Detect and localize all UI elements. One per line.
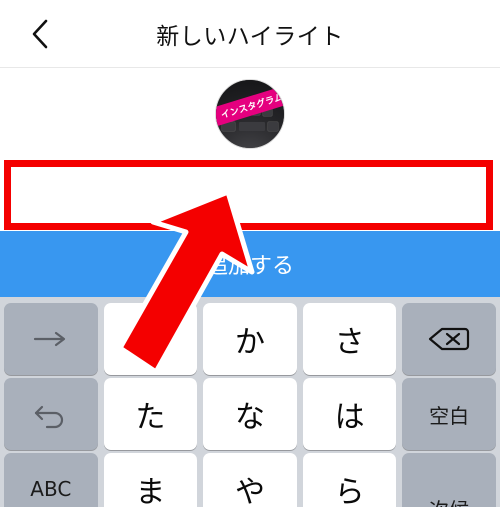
- key-ta[interactable]: た: [103, 378, 198, 450]
- key-a[interactable]: あ: [103, 303, 198, 375]
- software-keyboard: あ か さ た な は 空白 ABC ま や ら: [0, 297, 500, 507]
- key-ha[interactable]: は: [302, 378, 397, 450]
- keyboard-row-2: た な は 空白: [0, 378, 500, 450]
- highlight-cover-thumbnail[interactable]: インスタグラム: [215, 79, 285, 149]
- cover-photo-section: インスタグラム: [0, 68, 500, 160]
- key-return[interactable]: 次候: [402, 453, 496, 507]
- keyboard-row-1: あ か さ: [0, 303, 500, 375]
- key-ka[interactable]: か: [203, 303, 297, 375]
- key-next-candidate[interactable]: [4, 303, 98, 375]
- key-space[interactable]: 空白: [402, 378, 496, 450]
- page-title: 新しいハイライト: [156, 23, 344, 50]
- key-undo[interactable]: [4, 378, 98, 450]
- navigation-bar: 新しいハイライト: [0, 0, 500, 68]
- add-button-label: 追加する: [205, 254, 294, 279]
- annotation-highlight-box: [4, 160, 493, 230]
- key-ma[interactable]: ま: [103, 453, 198, 507]
- key-ya[interactable]: や: [203, 453, 297, 507]
- backspace-icon: [427, 325, 471, 353]
- key-ra[interactable]: ら: [302, 453, 397, 507]
- key-sa[interactable]: さ: [302, 303, 397, 375]
- key-backspace[interactable]: [402, 303, 496, 375]
- add-button[interactable]: 追加する: [0, 231, 500, 297]
- screen-new-highlight: 新しいハイライト インスタグラム ハイライト 追加する: [0, 0, 500, 507]
- undo-icon: [31, 399, 71, 429]
- key-na[interactable]: な: [203, 378, 297, 450]
- key-abc[interactable]: ABC: [4, 453, 98, 507]
- keyboard-row-3: ABC ま や ら 次候: [0, 453, 500, 507]
- arrow-right-icon: [31, 328, 71, 350]
